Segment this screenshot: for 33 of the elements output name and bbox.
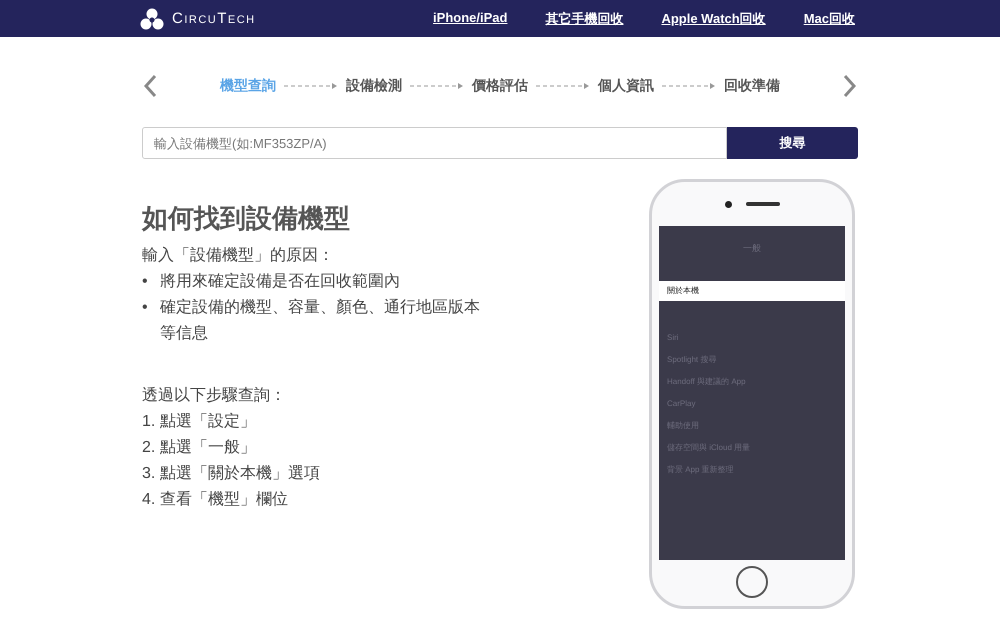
- bullet-mark: •: [142, 298, 149, 318]
- dashed-arrow-icon: [536, 82, 590, 90]
- nav-link[interactable]: iPhone/iPad: [433, 10, 508, 28]
- guide-title: 如何找到設備機型: [142, 202, 351, 235]
- reason-heading: 輸入「設備機型」的原因：: [142, 246, 335, 266]
- dashed-arrow-icon: [410, 82, 464, 90]
- reason-item: 將用來確定設備是否在回收範圍內: [160, 272, 401, 292]
- step-label: 個人資訊: [598, 77, 654, 95]
- chevron-right-icon[interactable]: [842, 73, 858, 99]
- model-input-field[interactable]: 輸入設備機型(如:MF353ZP/A): [142, 127, 727, 159]
- chevron-left-icon[interactable]: [142, 73, 158, 99]
- nav-link[interactable]: 其它手機回收: [545, 10, 624, 28]
- camera-icon: [724, 200, 732, 208]
- step-instruction: 3. 點選「關於本機」選項: [142, 464, 321, 484]
- bullet-mark: •: [142, 272, 149, 292]
- dashed-arrow-icon: [284, 82, 338, 90]
- step-label: 機型查詢: [220, 77, 276, 95]
- search-button[interactable]: 搜尋: [727, 127, 858, 159]
- nav-link[interactable]: Apple Watch回收: [661, 10, 766, 28]
- nav-link[interactable]: Mac回收: [804, 10, 855, 28]
- step-label: 價格評估: [472, 77, 528, 95]
- brand-name: CircuTech: [172, 10, 256, 27]
- reason-item: 確定設備的機型、容量、顏色、通行地區版本等信息: [160, 298, 481, 344]
- step-instruction: 1. 點選「設定」: [142, 412, 257, 432]
- step-instruction: 4. 查看「機型」欄位: [142, 490, 289, 510]
- dashed-arrow-icon: [662, 82, 716, 90]
- step-instruction: 2. 點選「一般」: [142, 438, 257, 458]
- settings-row: 關於本機: [659, 281, 845, 301]
- speaker-icon: [746, 202, 780, 206]
- step-label: 回收準備: [724, 77, 780, 95]
- steps-heading: 透過以下步驟查詢：: [142, 386, 287, 406]
- logo-icon: [140, 8, 164, 30]
- step-label: 設備檢測: [346, 77, 402, 95]
